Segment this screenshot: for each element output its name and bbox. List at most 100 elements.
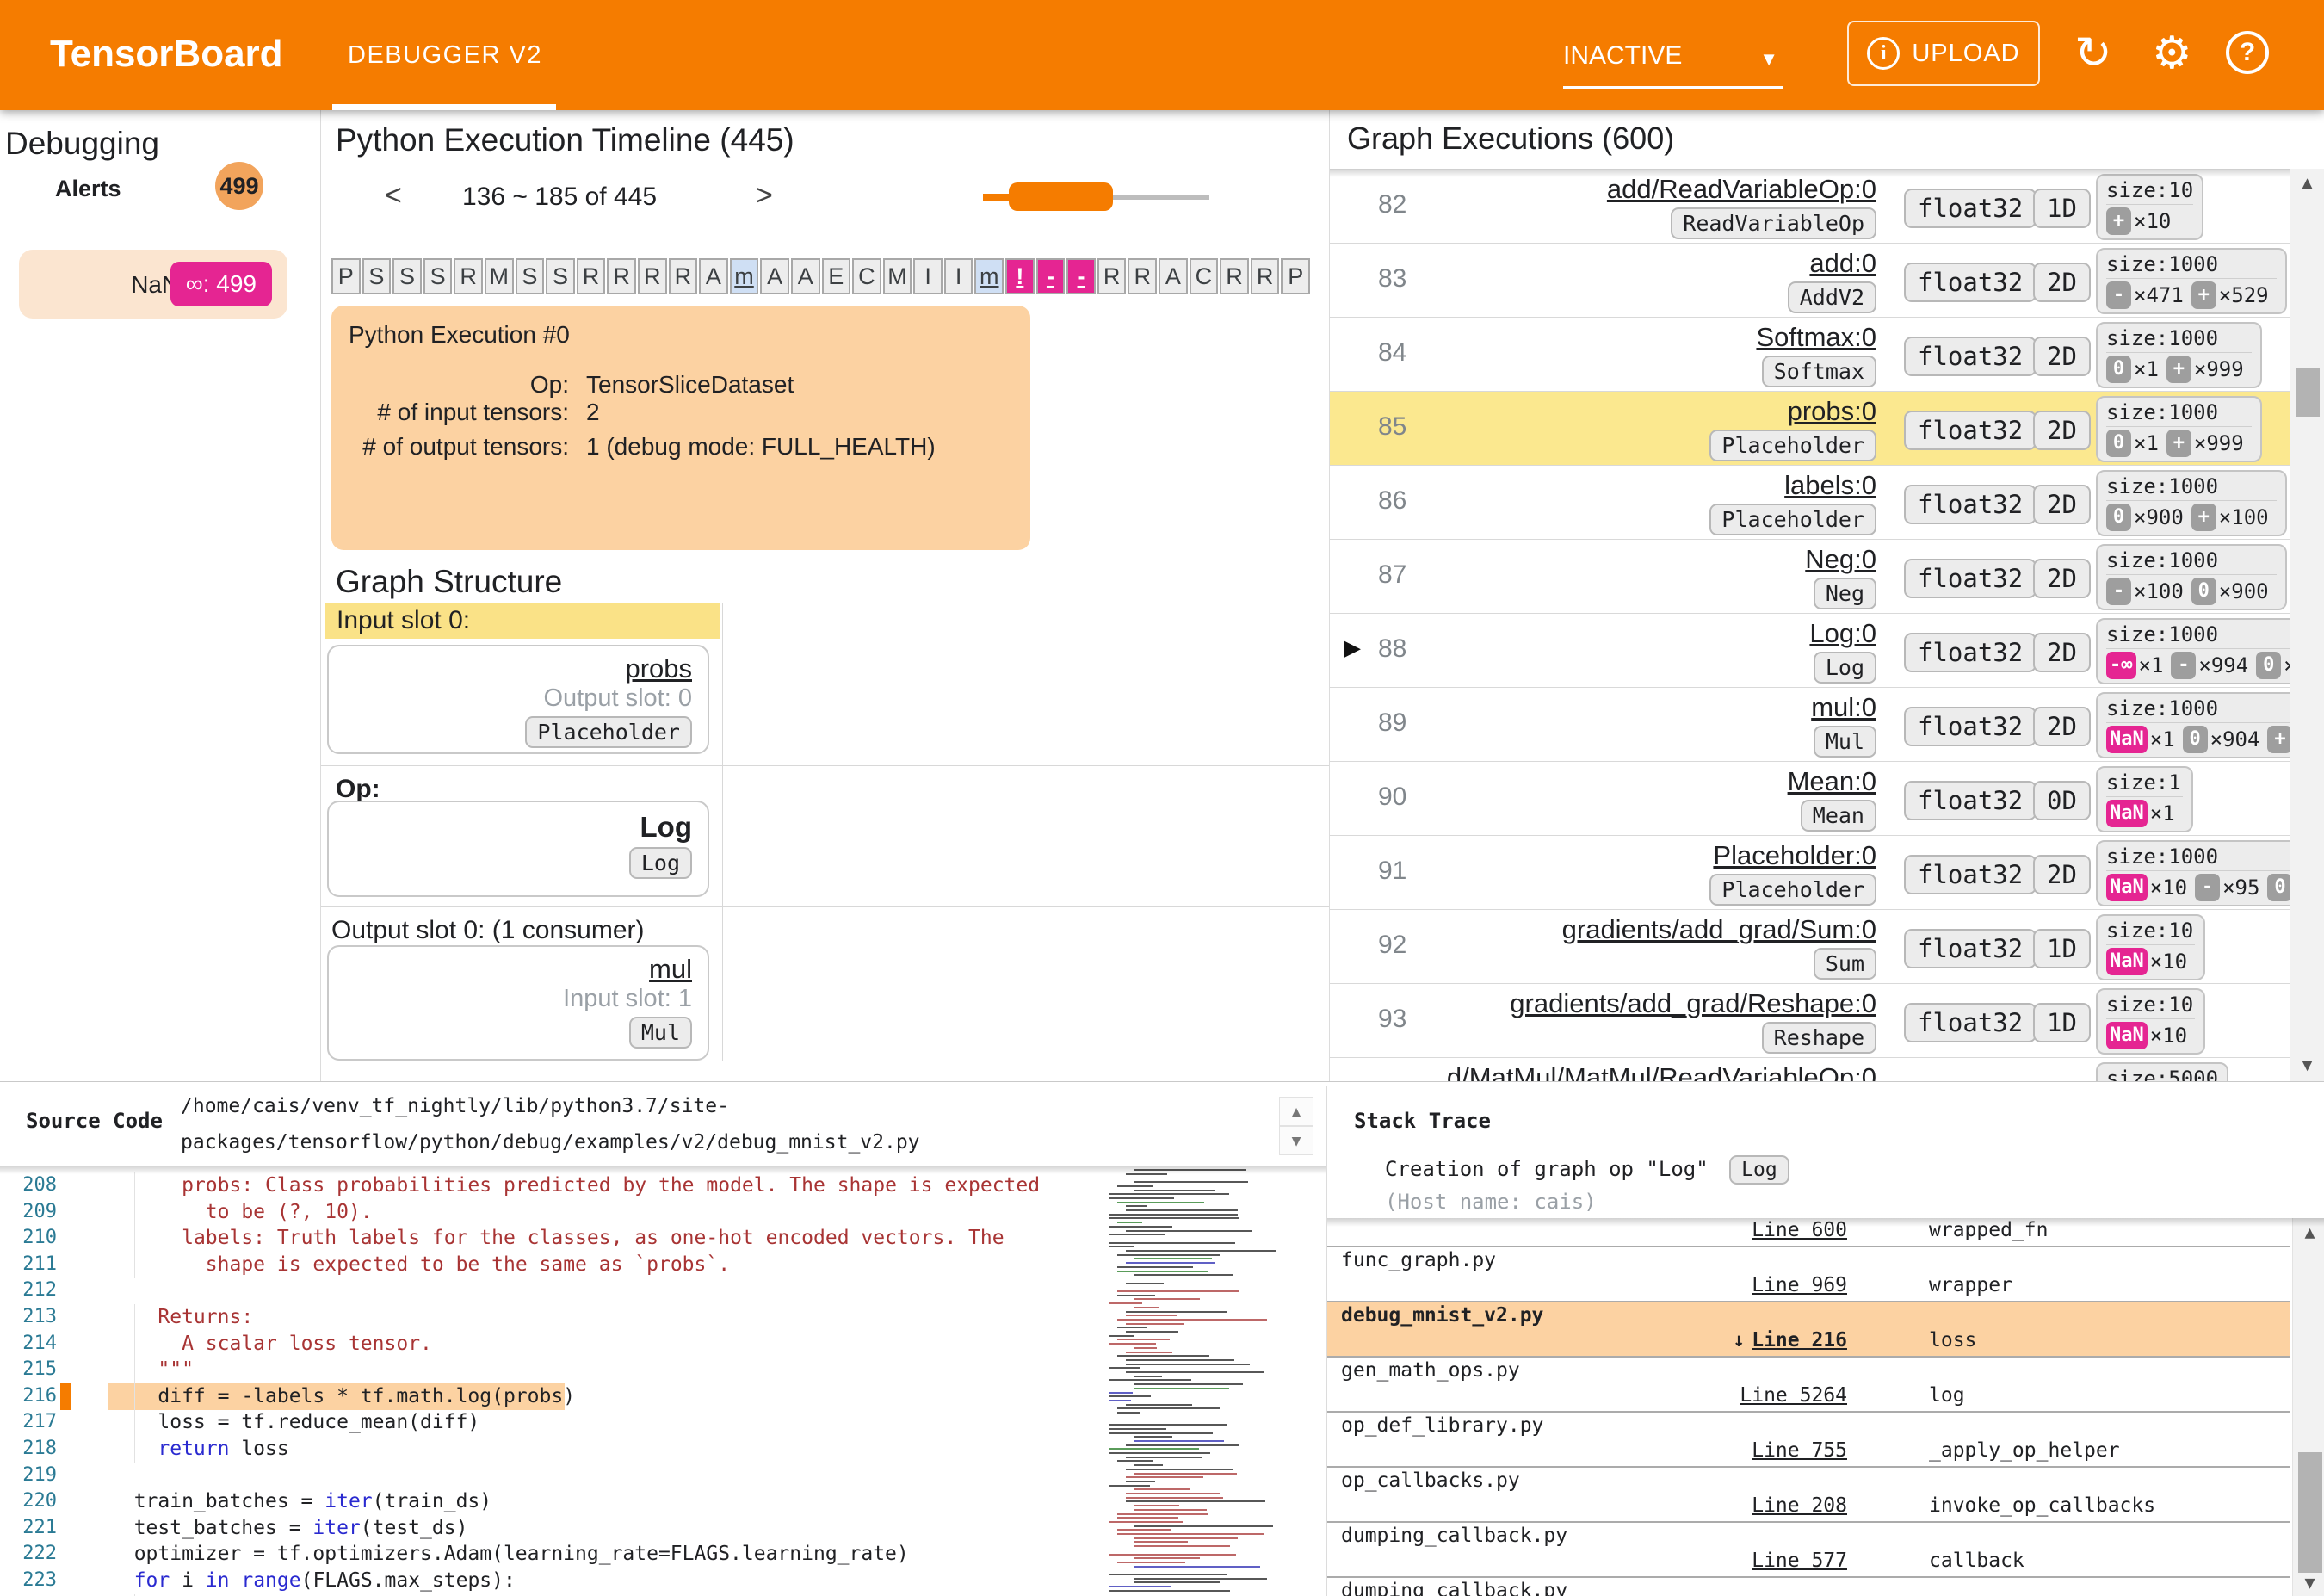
line-number[interactable]: 208 <box>0 1174 57 1196</box>
line-number[interactable]: 215 <box>0 1358 57 1380</box>
line-link[interactable]: Line 208 <box>1752 1494 1847 1517</box>
timeline-cell[interactable]: R <box>607 258 636 294</box>
line-number[interactable]: 210 <box>0 1227 57 1248</box>
timeline-cell[interactable]: S <box>362 258 392 294</box>
line-number[interactable]: 211 <box>0 1253 57 1275</box>
scroll-down-icon[interactable]: ▼ <box>2290 1056 2324 1076</box>
upload-button[interactable]: i UPLOAD <box>1847 21 2040 86</box>
stack-frame: op_def_library.py Line 755 _apply_op_helpe… <box>1327 1413 2290 1468</box>
timeline-cell[interactable]: R <box>1220 258 1249 294</box>
timeline-cell[interactable]: - <box>1035 258 1066 294</box>
timeline-cell[interactable]: - <box>1066 258 1096 294</box>
tensor-name-link[interactable]: Placeholder:0 <box>1713 840 1876 871</box>
line-number[interactable]: 221 <box>0 1517 57 1538</box>
timeline-next-button[interactable]: > <box>756 179 773 213</box>
code-editor[interactable]: 208 probs: Class probabilities predicted … <box>0 1169 1102 1596</box>
execution-detail-label: # of input tensors: <box>377 399 569 425</box>
line-number[interactable]: 212 <box>0 1279 57 1301</box>
line-link[interactable]: Line 755 <box>1752 1439 1847 1462</box>
scroll-up-button[interactable]: ▲ <box>1279 1097 1313 1126</box>
line-number[interactable]: 218 <box>0 1438 57 1459</box>
timeline-cell[interactable]: M <box>882 258 912 294</box>
node-link[interactable]: mul <box>649 954 692 985</box>
timeline-cell[interactable]: R <box>1250 258 1280 294</box>
timeline-cell[interactable]: R <box>1128 258 1158 294</box>
line-number[interactable]: 216 <box>0 1385 57 1407</box>
code-minimap[interactable] <box>1109 1169 1276 1596</box>
tensor-name-link[interactable]: gradients/add_grad/Sum:0 <box>1562 914 1876 945</box>
tensor-name-link[interactable]: add:0 <box>1809 248 1876 279</box>
timeline-slider-thumb[interactable] <box>1009 182 1113 211</box>
graph-executions-scrollbar[interactable]: ▲ ▼ <box>2290 169 2324 1081</box>
tensor-name-link[interactable]: Mean:0 <box>1788 766 1876 797</box>
timeline-cell[interactable]: S <box>392 258 422 294</box>
timeline-cell[interactable]: P <box>331 258 361 294</box>
tensor-name-link[interactable]: labels:0 <box>1784 470 1876 501</box>
minimap-line <box>1126 1497 1223 1499</box>
tensor-name-link[interactable]: probs:0 <box>1788 396 1876 427</box>
timeline-cell[interactable]: m <box>974 258 1004 294</box>
stack-trace-scrollbar[interactable]: ▲ ▼ <box>2292 1218 2324 1596</box>
timeline-cell[interactable]: C <box>1189 258 1219 294</box>
tab-debugger-v2[interactable]: DEBUGGER V2 <box>348 41 542 70</box>
expander-icon[interactable]: ▶ <box>1344 634 1361 661</box>
line-link[interactable]: Line 577 <box>1752 1550 1847 1572</box>
scrollbar-thumb[interactable] <box>2298 1452 2322 1573</box>
line-link[interactable]: Line 216 <box>1752 1329 1847 1352</box>
timeline-cell[interactable]: S <box>515 258 545 294</box>
scroll-up-icon[interactable]: ▲ <box>2290 174 2324 194</box>
badge-count: ×999 <box>2193 431 2244 455</box>
timeline-cell[interactable]: R <box>1097 258 1127 294</box>
tensor-name-link[interactable]: add/ReadVariableOp:0 <box>1607 174 1876 205</box>
timeline-cell[interactable]: S <box>423 258 453 294</box>
timeline-cell[interactable]: C <box>852 258 881 294</box>
scroll-down-button[interactable]: ▼ <box>1279 1126 1313 1155</box>
scrollbar-thumb[interactable] <box>2296 368 2320 417</box>
tensor-name-link[interactable]: Log:0 <box>1809 618 1876 649</box>
timeline-cell[interactable]: A <box>699 258 728 294</box>
timeline-cell[interactable]: ! <box>1005 258 1035 294</box>
gear-icon[interactable]: ⚙ <box>2152 26 2192 81</box>
line-number[interactable]: 223 <box>0 1569 57 1591</box>
timeline-cell[interactable]: R <box>576 258 606 294</box>
line-number[interactable]: 214 <box>0 1333 57 1354</box>
timeline-cell[interactable]: I <box>943 258 973 294</box>
tensor-name-link[interactable]: Neg:0 <box>1805 544 1876 575</box>
tensor-name-link[interactable]: Softmax:0 <box>1756 322 1876 353</box>
timeline-prev-button[interactable]: < <box>385 179 402 213</box>
line-number[interactable]: 220 <box>0 1490 57 1512</box>
row-index: 91 <box>1378 857 1407 885</box>
timeline-cell[interactable]: A <box>760 258 789 294</box>
timeline-cell[interactable]: A <box>1159 258 1188 294</box>
timeline-cell[interactable]: R <box>637 258 667 294</box>
line-link[interactable]: Line 5264 <box>1740 1384 1847 1407</box>
line-number[interactable]: 222 <box>0 1543 57 1564</box>
timeline-cell[interactable]: S <box>546 258 575 294</box>
timeline-cell[interactable]: A <box>790 258 820 294</box>
help-icon[interactable]: ? <box>2226 31 2269 74</box>
timeline-cell[interactable]: R <box>668 258 698 294</box>
timeline-cell[interactable]: I <box>913 258 943 294</box>
timeline-cell[interactable]: E <box>821 258 851 294</box>
tensor-name-link[interactable]: d/MatMul/MatMul/ReadVariableOp:0 <box>1447 1062 1876 1081</box>
node-link[interactable]: probs <box>625 653 692 684</box>
line-number[interactable]: 219 <box>0 1464 57 1486</box>
line-number[interactable]: 209 <box>0 1201 57 1222</box>
timeline-cell[interactable]: R <box>454 258 483 294</box>
count-badge: + <box>2166 430 2191 457</box>
execution-detail-value: 2 <box>586 399 600 425</box>
run-status-dropdown[interactable]: INACTIVE ▼ <box>1563 41 1783 89</box>
line-number[interactable]: 217 <box>0 1411 57 1432</box>
timeline-cell[interactable]: M <box>484 258 514 294</box>
line-link[interactable]: Line 969 <box>1752 1274 1847 1296</box>
alerts-count-badge[interactable]: 499 <box>215 162 263 210</box>
tensor-name-link[interactable]: gradients/add_grad/Reshape:0 <box>1510 988 1876 1019</box>
alert-type-nan-inf[interactable]: NaN/ ∞: 499 <box>19 250 287 319</box>
timeline-cell[interactable]: m <box>729 258 759 294</box>
scroll-down-icon[interactable]: ▼ <box>2293 1572 2324 1593</box>
timeline-cell[interactable]: P <box>1281 258 1310 294</box>
line-number[interactable]: 213 <box>0 1306 57 1327</box>
refresh-icon[interactable]: ↻ <box>2074 26 2112 81</box>
size-label: size:1 <box>2106 770 2181 795</box>
tensor-name-link[interactable]: mul:0 <box>1811 692 1876 723</box>
